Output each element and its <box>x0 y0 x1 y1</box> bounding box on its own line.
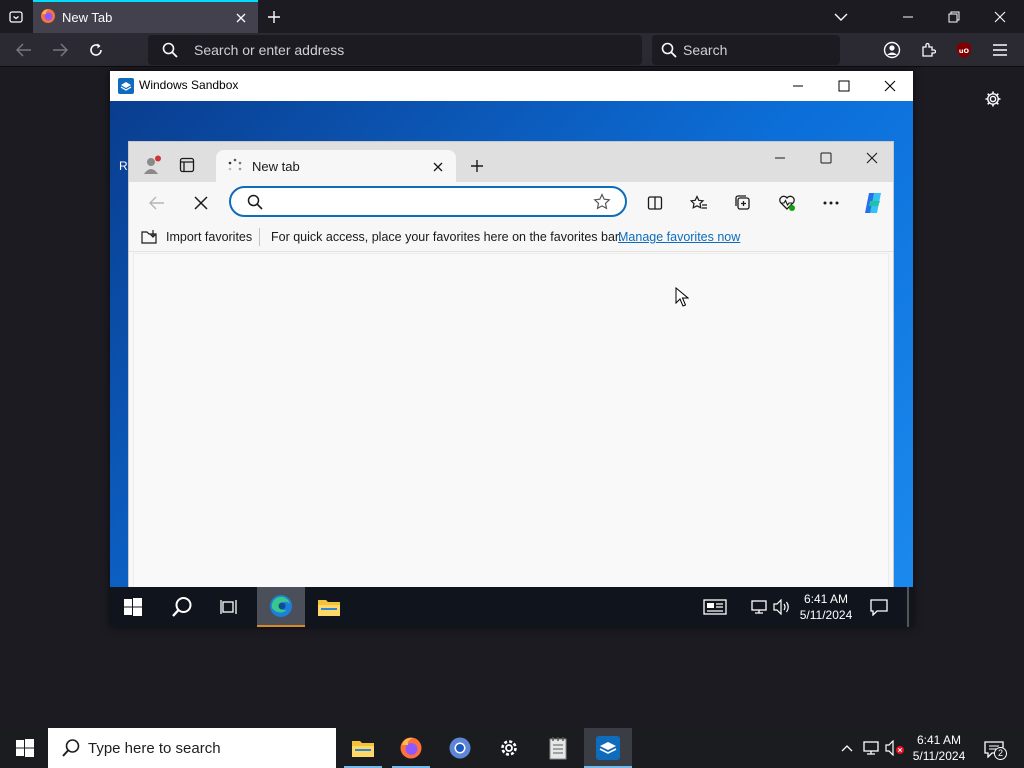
host-clock-date: 5/11/2024 <box>912 749 966 763</box>
edge-tab-strip: New tab <box>129 142 893 182</box>
taskbar-file-explorer-button[interactable] <box>340 728 386 768</box>
sandbox-app-icon <box>118 78 134 94</box>
edge-maximize-icon[interactable] <box>817 149 835 167</box>
firefox-tab-title: New Tab <box>62 10 113 25</box>
browser-essentials-heart-icon[interactable] <box>777 193 797 213</box>
account-icon[interactable] <box>882 40 902 60</box>
edge-browser-window: New tab Import favorites For quick acces… <box>128 141 894 597</box>
windows-start-icon[interactable] <box>14 738 36 758</box>
file-explorer-icon[interactable] <box>316 595 342 619</box>
edge-favorites-bar: Import favorites For quick access, place… <box>129 222 893 252</box>
sandbox-minimize-icon[interactable] <box>788 76 808 96</box>
sandbox-close-icon[interactable] <box>880 76 900 96</box>
mouse-pointer-icon <box>675 287 689 307</box>
firefox-tab-new-tab[interactable]: New Tab <box>33 0 258 33</box>
edge-tab-title: New tab <box>252 159 300 174</box>
taskbar-chromium-button[interactable] <box>437 728 483 768</box>
collections-icon[interactable] <box>733 193 753 213</box>
search-icon <box>61 738 81 758</box>
sandbox-title-bar: Windows Sandbox <box>110 71 913 101</box>
edge-address-bar[interactable] <box>229 186 627 217</box>
show-hidden-icons-chevron-up-icon[interactable] <box>838 740 856 756</box>
taskbar-edge-button[interactable] <box>257 587 305 627</box>
sandbox-window-title: Windows Sandbox <box>139 78 239 92</box>
loading-spinner-icon <box>227 158 243 174</box>
favorites-bar-hint: For quick access, place your favorites h… <box>271 230 622 244</box>
search-icon <box>661 42 677 58</box>
close-tab-icon[interactable] <box>431 160 445 174</box>
volume-icon[interactable] <box>772 598 792 616</box>
sandbox-clock-date: 5/11/2024 <box>799 608 853 622</box>
search-icon <box>247 194 263 210</box>
taskbar-firefox-button[interactable] <box>388 728 434 768</box>
add-favorite-star-icon[interactable] <box>592 192 612 212</box>
search-bar-placeholder: Search <box>683 42 728 58</box>
host-clock-time: 6:41 AM <box>916 733 962 747</box>
edge-page-content <box>133 253 889 593</box>
firefox-search-bar[interactable]: Search <box>652 35 840 65</box>
task-view-icon[interactable] <box>218 596 240 618</box>
edge-tab-new-tab[interactable]: New tab <box>216 150 456 182</box>
new-tab-plus-icon[interactable] <box>264 7 284 27</box>
search-icon <box>162 42 178 58</box>
reload-icon[interactable] <box>86 40 106 60</box>
restore-icon[interactable] <box>944 7 964 27</box>
url-bar-placeholder: Search or enter address <box>194 42 345 58</box>
svg-text:uO: uO <box>959 47 970 55</box>
favorites-icon[interactable] <box>689 193 709 213</box>
taskbar-notepad-button[interactable] <box>535 728 581 768</box>
desktop-icon-label-fragment: R <box>119 159 128 173</box>
sandbox-clock[interactable]: 6:41 AM 5/11/2024 <box>795 591 857 623</box>
page-settings-gear-icon[interactable] <box>982 88 1004 110</box>
sandbox-maximize-icon[interactable] <box>834 76 854 96</box>
stop-loading-icon[interactable] <box>191 193 211 213</box>
import-favorites-icon <box>141 229 159 245</box>
favbar-divider <box>259 228 260 246</box>
manage-favorites-link[interactable]: Manage favorites now <box>618 230 740 244</box>
firefox-logo-icon <box>40 8 56 24</box>
sandbox-taskbar: 6:41 AM 5/11/2024 <box>110 587 913 627</box>
volume-muted-icon[interactable] <box>884 739 906 757</box>
tab-actions-icon[interactable] <box>178 156 196 174</box>
close-window-icon[interactable] <box>990 7 1010 27</box>
edge-minimize-icon[interactable] <box>771 149 789 167</box>
back-arrow-icon[interactable] <box>147 193 167 213</box>
copilot-icon[interactable] <box>860 190 886 216</box>
sandbox-clock-time: 6:41 AM <box>803 592 849 606</box>
host-clock[interactable]: 6:41 AM 5/11/2024 <box>908 732 970 764</box>
notification-count-badge: 2 <box>994 747 1007 760</box>
extensions-puzzle-icon[interactable] <box>918 40 938 60</box>
import-favorites-button[interactable]: Import favorites <box>166 230 252 244</box>
sandbox-desktop: R New tab Import favorites For quick acc… <box>110 101 913 597</box>
close-tab-icon[interactable] <box>233 10 249 26</box>
taskbar-windows-sandbox-button[interactable] <box>584 728 632 768</box>
network-icon[interactable] <box>861 739 881 757</box>
news-widget-icon[interactable] <box>702 597 728 617</box>
split-screen-icon[interactable] <box>645 193 665 213</box>
search-icon[interactable] <box>170 595 194 619</box>
new-tab-plus-icon[interactable] <box>468 157 486 175</box>
show-desktop-strip[interactable] <box>907 587 909 627</box>
taskbar-search-box[interactable]: Type here to search <box>48 728 336 768</box>
minimize-icon[interactable] <box>898 7 918 27</box>
firefox-url-bar[interactable]: Search or enter address <box>148 35 642 65</box>
chevron-down-icon[interactable] <box>831 7 851 27</box>
profile-avatar-icon[interactable] <box>141 154 163 176</box>
windows-sandbox-window: Windows Sandbox R New tab Import favorit… <box>110 71 913 627</box>
list-all-tabs-icon[interactable] <box>6 7 26 27</box>
edge-close-icon[interactable] <box>863 149 881 167</box>
network-icon[interactable] <box>749 598 769 616</box>
back-arrow-icon[interactable] <box>14 40 34 60</box>
action-center-icon[interactable] <box>868 597 890 617</box>
hamburger-menu-icon[interactable] <box>990 40 1010 60</box>
more-options-ellipsis-icon[interactable] <box>821 193 841 213</box>
taskbar-settings-button[interactable] <box>486 728 532 768</box>
ublock-origin-icon[interactable]: uO <box>954 40 974 60</box>
forward-arrow-icon[interactable] <box>50 40 70 60</box>
notifications-icon[interactable]: 2 <box>980 737 1008 761</box>
windows-start-icon[interactable] <box>122 597 144 617</box>
taskbar-search-placeholder: Type here to search <box>88 740 221 757</box>
